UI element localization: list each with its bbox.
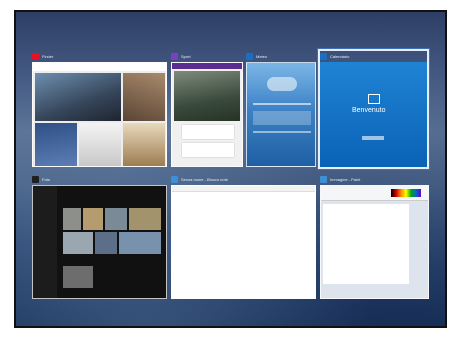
window-thumbnail — [320, 185, 429, 299]
task-view-window-notepad[interactable]: Senza nome - Blocco note — [171, 174, 316, 299]
news-icon — [32, 52, 39, 60]
photos-icon — [32, 175, 39, 183]
window-title-bar: Senza nome - Blocco note — [171, 174, 316, 184]
weather-icon — [246, 52, 253, 60]
window-title-bar: Foto — [32, 174, 167, 184]
window-thumbnail — [171, 185, 316, 299]
window-title: Meteo — [256, 53, 268, 59]
window-thumbnail — [171, 62, 243, 167]
notepad-icon — [171, 175, 178, 183]
task-view-window-paint[interactable]: Immagine - Paint — [320, 174, 429, 299]
paint-icon — [320, 175, 327, 183]
desktop-task-view: Finder Sport Meteo Calendario Benvenuto … — [14, 10, 447, 328]
window-thumbnail — [32, 185, 167, 299]
task-view-window-calendar[interactable]: Calendario Benvenuto — [318, 49, 429, 169]
selection-highlight — [318, 49, 429, 169]
sport-icon — [171, 52, 178, 60]
window-title: Foto — [42, 176, 51, 182]
window-title-bar: Finder — [32, 51, 167, 61]
task-view-window-photos[interactable]: Foto — [32, 174, 167, 299]
window-thumbnail — [246, 62, 316, 167]
window-title: Immagine - Paint — [330, 176, 361, 182]
window-title-bar: Sport — [171, 51, 243, 61]
window-thumbnail — [32, 62, 167, 167]
window-title: Finder — [42, 53, 54, 59]
task-view-window-sport[interactable]: Sport — [171, 51, 243, 167]
window-title-bar: Meteo — [246, 51, 316, 61]
task-view-window-news[interactable]: Finder — [32, 51, 167, 167]
task-view-window-weather[interactable]: Meteo — [246, 51, 316, 167]
window-title: Sport — [181, 53, 191, 59]
window-title: Senza nome - Blocco note — [181, 176, 228, 182]
window-title-bar: Immagine - Paint — [320, 174, 429, 184]
